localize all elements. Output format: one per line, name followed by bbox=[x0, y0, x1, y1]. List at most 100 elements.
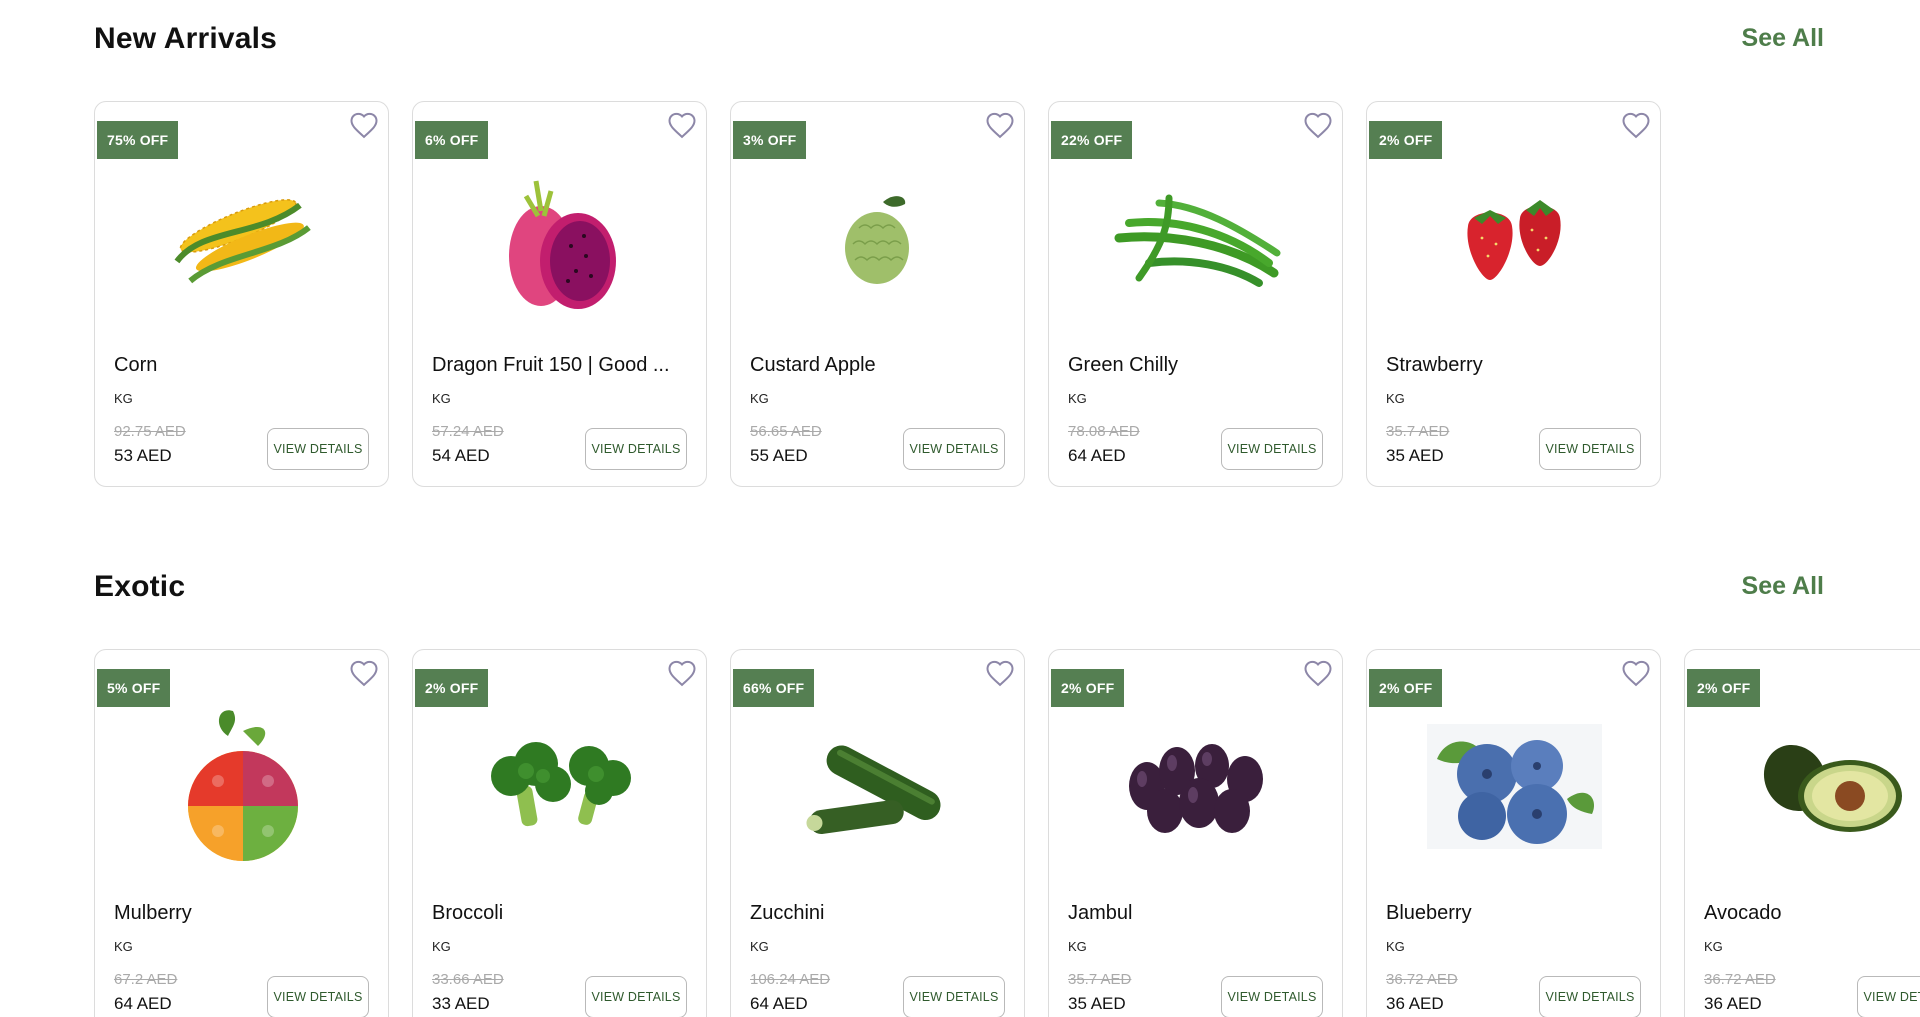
view-details-button[interactable]: VIEW DETAILS bbox=[585, 428, 687, 470]
discount-badge: 3% OFF bbox=[733, 121, 807, 159]
heart-icon[interactable] bbox=[1303, 111, 1333, 139]
view-details-button[interactable]: VIEW DETAILS bbox=[903, 976, 1005, 1017]
original-price: 92.75 AED bbox=[114, 423, 186, 440]
view-details-button[interactable]: VIEW DETAILS bbox=[1221, 976, 1323, 1017]
product-unit: KG bbox=[750, 939, 769, 954]
heart-icon[interactable] bbox=[985, 111, 1015, 139]
product-image-avocado[interactable] bbox=[1755, 706, 1920, 866]
discount-badge: 2% OFF bbox=[1369, 669, 1443, 707]
product-card[interactable]: 2% OFF Broccoli KG 33.66 AED 33 AED VIEW… bbox=[412, 649, 707, 1017]
sale-price: 55 AED bbox=[750, 446, 808, 465]
discount-badge: 66% OFF bbox=[733, 669, 815, 707]
product-card[interactable]: 6% OFF Dragon Fruit 150 | Good ... KG 57… bbox=[412, 101, 707, 487]
heart-icon[interactable] bbox=[1621, 659, 1651, 687]
product-unit: KG bbox=[750, 391, 769, 406]
heart-icon[interactable] bbox=[349, 111, 379, 139]
product-card[interactable]: 2% OFF Avocado KG 36.72 AED 36 AED VIEW … bbox=[1684, 649, 1920, 1017]
heart-icon[interactable] bbox=[985, 659, 1015, 687]
product-name[interactable]: Blueberry bbox=[1386, 902, 1651, 925]
original-price: 57.24 AED bbox=[432, 423, 504, 440]
product-name[interactable]: Dragon Fruit 150 | Good ... bbox=[432, 354, 697, 377]
section-title: New Arrivals bbox=[94, 22, 278, 55]
section-header: Exotic See All bbox=[94, 570, 1824, 614]
original-price: 56.65 AED bbox=[750, 423, 822, 440]
sale-price: 35 AED bbox=[1068, 994, 1126, 1013]
discount-badge: 5% OFF bbox=[97, 669, 171, 707]
discount-badge: 2% OFF bbox=[415, 669, 489, 707]
product-unit: KG bbox=[432, 939, 451, 954]
see-all-link[interactable]: See All bbox=[1742, 572, 1824, 601]
sale-price: 64 AED bbox=[1068, 446, 1126, 465]
view-details-button[interactable]: VIEW DETAILS bbox=[1857, 976, 1920, 1017]
product-name[interactable]: Avocado bbox=[1704, 902, 1920, 925]
product-name[interactable]: Custard Apple bbox=[750, 354, 1015, 377]
heart-icon[interactable] bbox=[667, 111, 697, 139]
discount-badge: 75% OFF bbox=[97, 121, 179, 159]
product-unit: KG bbox=[1068, 391, 1087, 406]
view-details-button[interactable]: VIEW DETAILS bbox=[1539, 976, 1641, 1017]
sale-price: 33 AED bbox=[432, 994, 490, 1013]
view-details-button[interactable]: VIEW DETAILS bbox=[267, 428, 369, 470]
product-card[interactable]: 3% OFF Custard Apple KG 56.65 AED 55 AED… bbox=[730, 101, 1025, 487]
product-card[interactable]: 66% OFF Zucchini KG 106.24 AED 64 AED VI… bbox=[730, 649, 1025, 1017]
product-card[interactable]: 2% OFF Strawberry KG 35.7 AED 35 AED VIE… bbox=[1366, 101, 1661, 487]
product-image-broccoli[interactable] bbox=[453, 706, 668, 866]
product-image-zucchini[interactable] bbox=[771, 706, 986, 866]
product-image-custard-apple[interactable] bbox=[771, 158, 986, 318]
discount-badge: 2% OFF bbox=[1369, 121, 1443, 159]
product-image-blueberry[interactable] bbox=[1407, 706, 1622, 866]
product-image-mixed-produce[interactable] bbox=[135, 706, 350, 866]
heart-icon[interactable] bbox=[667, 659, 697, 687]
product-unit: KG bbox=[114, 391, 133, 406]
section-title: Exotic bbox=[94, 570, 186, 603]
heart-icon[interactable] bbox=[349, 659, 379, 687]
product-unit: KG bbox=[114, 939, 133, 954]
view-details-button[interactable]: VIEW DETAILS bbox=[903, 428, 1005, 470]
view-details-button[interactable]: VIEW DETAILS bbox=[585, 976, 687, 1017]
product-name[interactable]: Mulberry bbox=[114, 902, 379, 925]
original-price: 36.72 AED bbox=[1704, 971, 1776, 988]
product-unit: KG bbox=[432, 391, 451, 406]
discount-badge: 6% OFF bbox=[415, 121, 489, 159]
product-name[interactable]: Strawberry bbox=[1386, 354, 1651, 377]
view-details-button[interactable]: VIEW DETAILS bbox=[1539, 428, 1641, 470]
original-price: 106.24 AED bbox=[750, 971, 831, 988]
product-image-dragon-fruit[interactable] bbox=[453, 158, 668, 318]
heart-icon[interactable] bbox=[1621, 111, 1651, 139]
product-card[interactable]: 75% OFF Corn KG 92.75 AED 53 AED VIEW DE… bbox=[94, 101, 389, 487]
product-image-corn[interactable] bbox=[135, 158, 350, 318]
discount-badge: 2% OFF bbox=[1051, 669, 1125, 707]
product-image-jambul[interactable] bbox=[1089, 706, 1304, 866]
original-price: 35.7 AED bbox=[1386, 423, 1450, 440]
original-price: 35.7 AED bbox=[1068, 971, 1132, 988]
original-price: 78.08 AED bbox=[1068, 423, 1140, 440]
product-unit: KG bbox=[1068, 939, 1087, 954]
product-name[interactable]: Green Chilly bbox=[1068, 354, 1333, 377]
section-header: New Arrivals See All bbox=[94, 22, 1824, 66]
discount-badge: 22% OFF bbox=[1051, 121, 1133, 159]
sale-price: 53 AED bbox=[114, 446, 172, 465]
discount-badge: 2% OFF bbox=[1687, 669, 1761, 707]
product-card[interactable]: 5% OFF Mulberry KG 67.2 AED 64 AED VIEW … bbox=[94, 649, 389, 1017]
original-price: 36.72 AED bbox=[1386, 971, 1458, 988]
product-name[interactable]: Jambul bbox=[1068, 902, 1333, 925]
product-unit: KG bbox=[1386, 391, 1405, 406]
product-name[interactable]: Corn bbox=[114, 354, 379, 377]
sale-price: 36 AED bbox=[1704, 994, 1762, 1013]
product-name[interactable]: Zucchini bbox=[750, 902, 1015, 925]
original-price: 67.2 AED bbox=[114, 971, 178, 988]
product-card[interactable]: 2% OFF Blueberry KG 36.72 AED 36 AED VIE… bbox=[1366, 649, 1661, 1017]
sale-price: 64 AED bbox=[750, 994, 808, 1013]
view-details-button[interactable]: VIEW DETAILS bbox=[267, 976, 369, 1017]
see-all-link[interactable]: See All bbox=[1742, 24, 1824, 53]
product-unit: KG bbox=[1386, 939, 1405, 954]
view-details-button[interactable]: VIEW DETAILS bbox=[1221, 428, 1323, 470]
product-image-strawberry[interactable] bbox=[1407, 158, 1622, 318]
product-image-green-chilly[interactable] bbox=[1089, 158, 1304, 318]
product-card[interactable]: 2% OFF Jambul KG 35.7 AED 35 AED VIEW DE… bbox=[1048, 649, 1343, 1017]
sale-price: 64 AED bbox=[114, 994, 172, 1013]
heart-icon[interactable] bbox=[1303, 659, 1333, 687]
product-card[interactable]: 22% OFF Green Chilly KG 78.08 AED 64 AED… bbox=[1048, 101, 1343, 487]
original-price: 33.66 AED bbox=[432, 971, 504, 988]
product-name[interactable]: Broccoli bbox=[432, 902, 697, 925]
